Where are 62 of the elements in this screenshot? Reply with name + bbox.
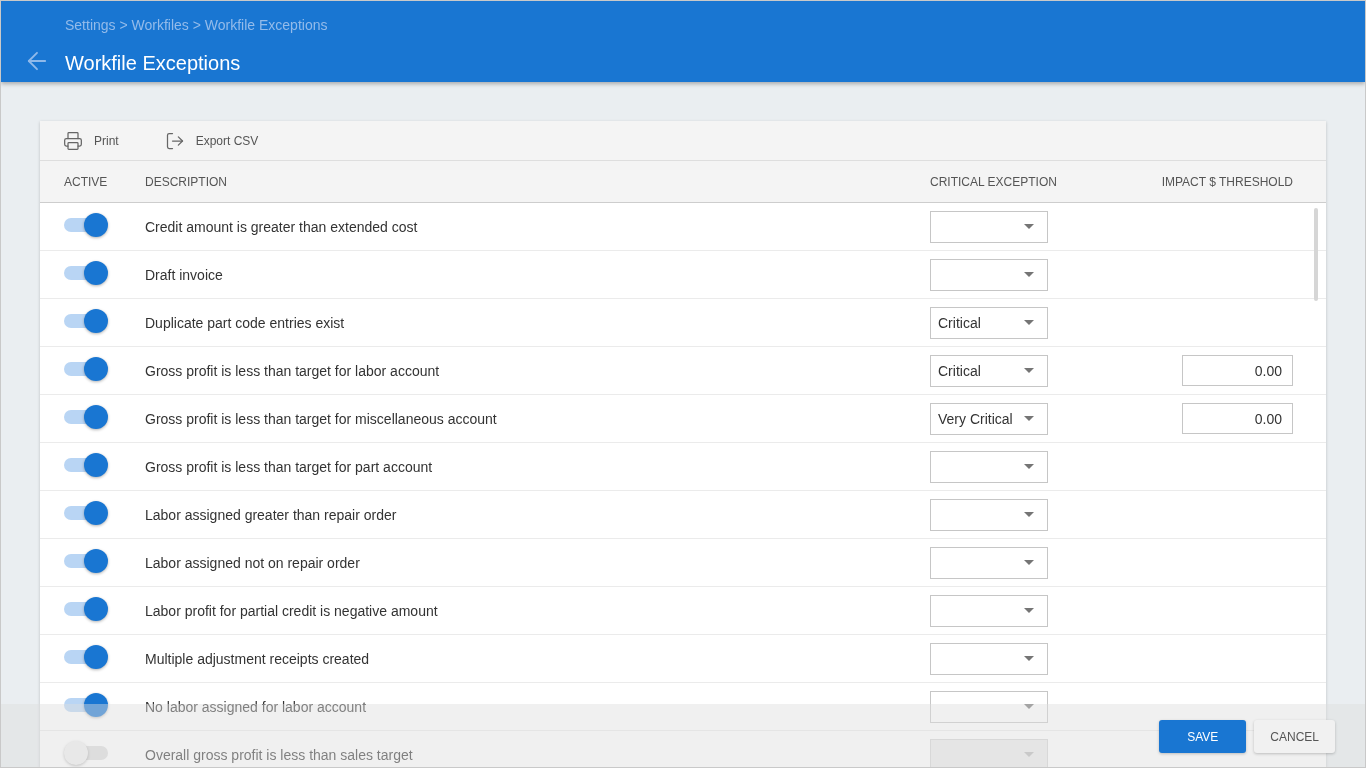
caret-icon (1024, 752, 1034, 757)
critical-exception-dropdown[interactable] (930, 498, 1048, 531)
exception-description: Multiple adjustment receipts created (145, 650, 370, 667)
caret-icon (1024, 320, 1034, 325)
critical-exception-dropdown[interactable] (930, 642, 1048, 675)
critical-exception-dropdown[interactable]: Critical (930, 354, 1048, 387)
exception-description: Overall gross profit is less than sales target (145, 746, 413, 763)
critical-exception-dropdown[interactable] (930, 450, 1048, 483)
threshold-input[interactable]: 0.00 (1182, 403, 1293, 434)
active-toggle[interactable] (64, 596, 108, 621)
caret-icon (1024, 224, 1034, 229)
scrollbar-thumb[interactable] (1314, 208, 1318, 301)
printer-icon (63, 130, 83, 151)
active-toggle[interactable] (64, 500, 108, 525)
exception-description: Gross profit is less than target for miscellaneous account (145, 410, 497, 427)
exception-description: Credit amount is greater than extended cost (145, 218, 418, 235)
critical-exception-dropdown[interactable] (930, 594, 1048, 627)
critical-exception-dropdown[interactable] (930, 546, 1048, 579)
breadcrumb: Settings > Workfiles > Workfile Exceptions (65, 15, 328, 34)
caret-icon (1024, 368, 1034, 373)
column-header: IMPACT $ THRESHOLD (1161, 174, 1293, 189)
column-header: CRITICAL EXCEPTION (930, 174, 1057, 189)
column-header: DESCRIPTION (145, 174, 227, 189)
caret-icon (1024, 416, 1034, 421)
critical-exception-dropdown[interactable]: Very Critical (930, 402, 1048, 435)
save-button[interactable]: SAVE (1159, 720, 1247, 753)
caret-icon (1024, 464, 1034, 469)
active-toggle[interactable] (64, 356, 108, 381)
page-title: Workfile Exceptions (65, 50, 241, 76)
cancel-button[interactable]: CANCEL (1254, 720, 1335, 753)
active-toggle[interactable] (64, 452, 108, 477)
active-toggle[interactable] (64, 404, 108, 429)
critical-exception-dropdown[interactable] (930, 690, 1048, 723)
active-toggle[interactable] (64, 644, 108, 669)
critical-exception-dropdown[interactable]: Critical (930, 306, 1048, 339)
column-header: ACTIVE (64, 174, 108, 189)
exception-description: No labor assigned for labor account (145, 698, 367, 715)
caret-icon (1024, 608, 1034, 613)
exception-description: Duplicate part code entries exist (145, 314, 345, 331)
exception-description: Draft invoice (145, 266, 223, 283)
active-toggle[interactable] (64, 308, 108, 333)
critical-exception-dropdown[interactable] (930, 738, 1048, 767)
caret-icon (1024, 656, 1034, 661)
caret-icon (1024, 704, 1034, 709)
active-toggle[interactable] (64, 212, 108, 237)
print-button[interactable]: Print (63, 130, 119, 151)
critical-exception-dropdown[interactable] (930, 258, 1048, 291)
exception-description: Gross profit is less than target for part account (145, 458, 433, 475)
caret-icon (1024, 512, 1034, 517)
active-toggle[interactable] (64, 548, 108, 573)
active-toggle[interactable] (64, 740, 108, 765)
active-toggle[interactable] (64, 260, 108, 285)
export-csv-button[interactable]: Export CSV (164, 130, 259, 151)
critical-exception-dropdown[interactable] (930, 210, 1048, 243)
threshold-input[interactable]: 0.00 (1182, 355, 1293, 386)
active-toggle[interactable] (64, 692, 108, 717)
exception-description: Gross profit is less than target for labor account (145, 362, 440, 379)
exception-description: Labor profit for partial credit is negative amount (145, 602, 438, 619)
exception-description: Labor assigned greater than repair order (145, 506, 397, 523)
caret-icon (1024, 272, 1034, 277)
exception-description: Labor assigned not on repair order (145, 554, 360, 571)
caret-icon (1024, 560, 1034, 565)
